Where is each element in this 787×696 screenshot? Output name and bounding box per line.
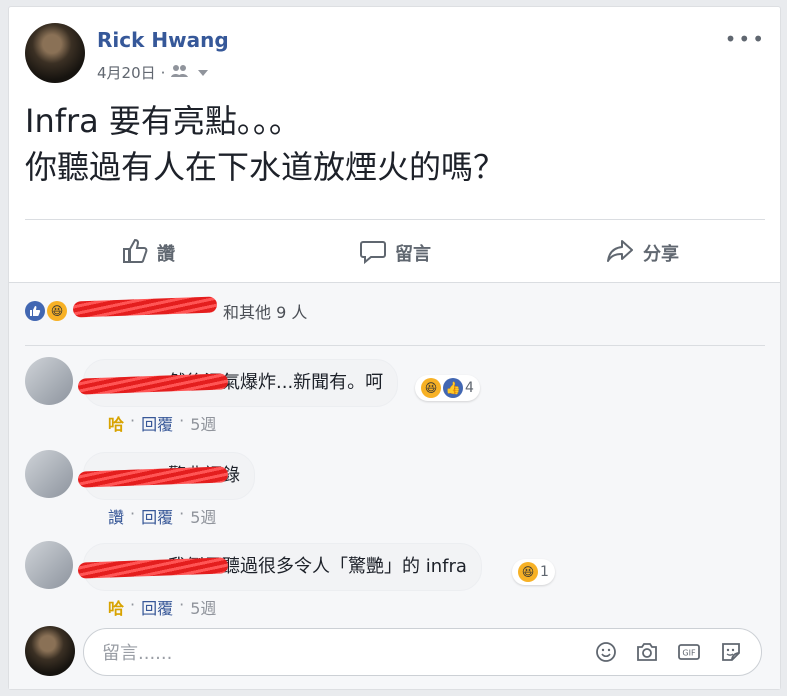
comment-time[interactable]: 5週 [190,504,216,528]
comment-input[interactable]: 留言...... GIF [83,628,762,676]
like-button[interactable]: 讚 [25,232,271,274]
author-name[interactable]: Rick Hwang [97,28,229,52]
reaction-summary[interactable]: 😆 和其他 9 人 [25,296,308,323]
haha-reaction-icon: 😆 [47,301,67,321]
comment-button[interactable]: 留言 [272,232,518,274]
composer-tools: GIF [595,640,743,664]
like-reaction-icon [25,301,45,321]
comment-composer: 留言...... GIF [25,624,765,680]
like-comment-button[interactable]: 讚 [108,504,124,528]
separator-dot: · [130,595,136,614]
sticker-icon[interactable] [719,640,743,664]
comment-actions: 哈 · 回覆 · 5週 [108,595,216,619]
separator-dot: · [130,504,136,523]
separator-dot: · [179,411,185,430]
comments-section: 😆 和其他 9 人 然後沼氣爆炸...新聞有。呵 😆 👍 4 哈 · 回覆 · … [9,282,780,689]
commenter-avatar[interactable] [25,450,73,498]
comments-divider [25,345,765,346]
reply-button[interactable]: 回覆 [141,504,173,528]
share-label: 分享 [643,244,679,265]
separator-dot: · [179,595,185,614]
reaction-button[interactable]: 哈 [108,595,124,619]
post-actions: 讚 留言 分享 [25,232,765,274]
post-meta: 4月20日 · [97,62,209,83]
post-line-2: 你聽過有人在下水道放煙火的嗎？ [25,148,506,186]
comment-reaction-pill[interactable]: 😆 👍 4 [415,375,480,401]
comment-bubble: 然後沼氣爆炸...新聞有。呵 [77,359,399,407]
separator-dot: · [179,504,185,523]
emoji-icon[interactable] [595,641,617,663]
redacted-name [72,296,218,318]
comment-reaction-count: 1 [540,564,549,580]
post-body: Infra 要有亮點。。。 你聽過有人在下水道放煙火的嗎？ [25,98,765,190]
reaction-other-count: 和其他 9 人 [223,303,308,322]
separator-dot: · [160,63,166,82]
share-button[interactable]: 分享 [519,232,765,274]
comment-time[interactable]: 5週 [190,595,216,619]
audience-friends-icon[interactable] [170,63,192,83]
gif-icon[interactable]: GIF [677,641,701,663]
current-user-avatar[interactable] [25,626,75,676]
reaction-names: 和其他 9 人 [72,296,308,323]
comment-reaction-count: 4 [465,380,474,396]
haha-reaction-icon: 😆 [518,562,538,582]
actions-divider [25,219,765,220]
post-line-1: Infra 要有亮點。。。 [25,102,301,140]
separator-dot: · [130,411,136,430]
post-date[interactable]: 4月20日 [97,62,156,83]
comment-input-placeholder: 留言...... [102,643,173,664]
svg-text:GIF: GIF [682,649,696,658]
reaction-button[interactable]: 哈 [108,411,124,435]
comment-bubble: 驚典語錄 [77,452,255,500]
post-card: Rick Hwang 4月20日 · ••• Infra 要有亮點。。。 你聽過… [8,6,781,690]
comment-bubble: 我倒是聽過很多令人「驚艷」的 infra [77,543,482,591]
commenter-avatar[interactable] [25,541,73,589]
like-label: 讚 [157,244,175,265]
comment-actions: 哈 · 回覆 · 5週 [108,411,216,435]
share-arrow-icon [605,237,635,270]
comment-reaction-pill[interactable]: 😆 1 [512,559,555,585]
more-options-icon[interactable]: ••• [725,27,766,51]
comment-label: 留言 [395,244,431,265]
comment-time[interactable]: 5週 [190,411,216,435]
camera-icon[interactable] [635,641,659,663]
reply-button[interactable]: 回覆 [141,595,173,619]
audience-dropdown-icon[interactable] [197,64,209,82]
like-reaction-icon: 👍 [443,378,463,398]
author-avatar[interactable] [25,23,85,83]
thumb-up-icon [121,237,149,270]
comment-actions: 讚 · 回覆 · 5週 [108,504,216,528]
commenter-avatar[interactable] [25,357,73,405]
haha-reaction-icon: 😆 [421,378,441,398]
reply-button[interactable]: 回覆 [141,411,173,435]
speech-bubble-icon [359,237,387,270]
